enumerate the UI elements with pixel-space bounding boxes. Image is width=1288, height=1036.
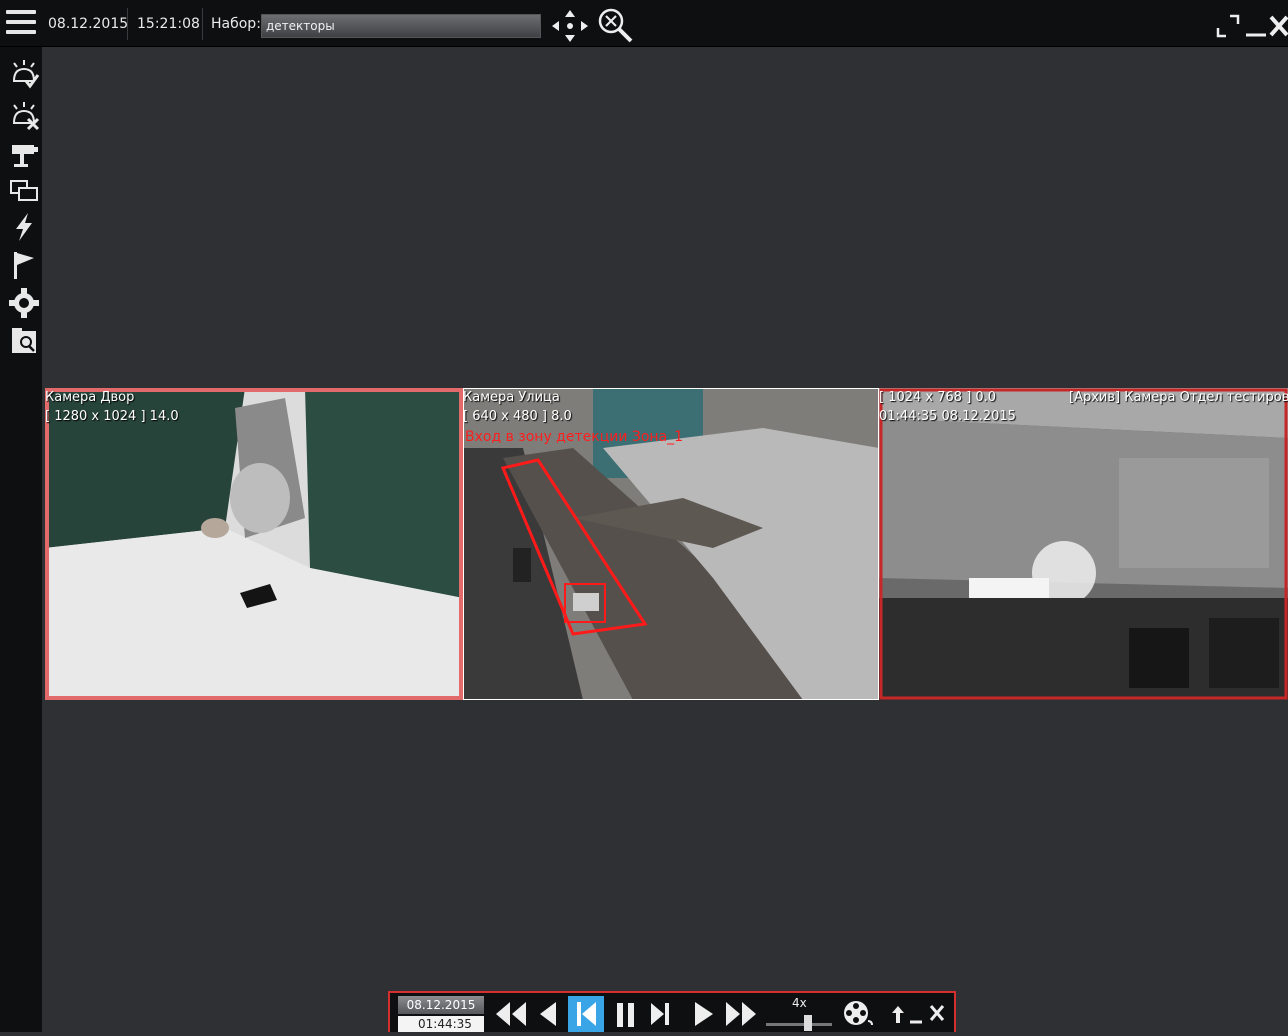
player-date[interactable]: 08.12.2015 (398, 996, 484, 1014)
divider (202, 8, 203, 40)
camera-tile-testing-dept[interactable]: [ 1024 x 768 ] 0.0 01:44:35 08.12.2015 [… (879, 388, 1288, 700)
fast-rewind-icon[interactable] (494, 999, 528, 1029)
current-date: 08.12.2015 (48, 16, 129, 32)
camera-video-testing-dept (879, 388, 1288, 700)
speed-label: 4x (792, 996, 807, 1010)
hamburger-menu-icon[interactable] (6, 10, 36, 36)
fullscreen-icon[interactable] (1216, 14, 1240, 38)
fast-forward-icon[interactable] (724, 999, 758, 1029)
camera-tile-yard[interactable]: Камера Двор [ 1280 x 1024 ] 14.0 (45, 388, 463, 700)
close-icon[interactable] (1268, 14, 1288, 38)
camera-icon[interactable] (8, 139, 40, 171)
player-close-icon[interactable] (928, 1003, 946, 1023)
camera-name-label: Камера Двор (45, 390, 135, 405)
top-toolbar: 08.12.2015 15:21:08 Набор: детекторы (0, 0, 1288, 47)
camera-resolution-label: [ 640 x 480 ] 8.0 (463, 409, 572, 424)
speed-slider-track[interactable] (766, 1023, 832, 1026)
camera-tile-street[interactable]: Камера Улица [ 640 x 480 ] 8.0 Вход в зо… (463, 388, 879, 700)
player-time-field[interactable]: 01:44:35 (398, 1016, 484, 1032)
camera-video-yard (45, 388, 463, 700)
archive-player-panel: 08.12.2015 01:44:35 4x (388, 991, 956, 1032)
divider (127, 8, 128, 40)
flag-icon[interactable] (8, 249, 40, 281)
film-reel-export-icon[interactable] (842, 997, 876, 1029)
play-icon[interactable] (692, 999, 716, 1029)
layouts-icon[interactable] (8, 175, 40, 207)
camera-resolution-label: [ 1280 x 1024 ] 14.0 (45, 409, 179, 424)
step-forward-icon[interactable] (648, 999, 672, 1029)
current-time: 15:21:08 (137, 16, 200, 32)
set-selector[interactable]: детекторы (261, 14, 541, 38)
archive-search-icon[interactable] (8, 325, 40, 357)
player-minimize-icon[interactable] (908, 1005, 924, 1025)
camera-resolution-label: [ 1024 x 768 ] 0.0 (879, 390, 997, 405)
speed-slider-handle[interactable] (804, 1015, 812, 1031)
pin-up-icon[interactable] (890, 1005, 906, 1025)
go-to-start-button[interactable] (568, 996, 604, 1032)
go-to-start-icon (577, 1002, 596, 1026)
left-sidebar (0, 47, 42, 1032)
digital-zoom-icon[interactable] (596, 6, 634, 44)
minimize-icon[interactable] (1244, 14, 1268, 38)
events-lightning-icon[interactable] (8, 211, 40, 243)
step-back-icon[interactable] (536, 999, 558, 1029)
camera-name-label: Камера Улица (463, 390, 560, 405)
detection-event-label: Вход в зону детекции Зона_1 (465, 429, 684, 445)
archive-timestamp-label: 01:44:35 08.12.2015 (879, 409, 1016, 424)
camera-name-label: [Архив] Камера Отдел тестировани (1069, 390, 1288, 405)
set-label: Набор: (211, 16, 261, 32)
alarm-confirm-icon[interactable] (8, 57, 40, 89)
settings-gear-icon[interactable] (8, 287, 40, 319)
ptz-move-icon[interactable] (550, 8, 590, 44)
pause-icon[interactable] (614, 999, 638, 1029)
alarm-cancel-icon[interactable] (8, 99, 40, 131)
